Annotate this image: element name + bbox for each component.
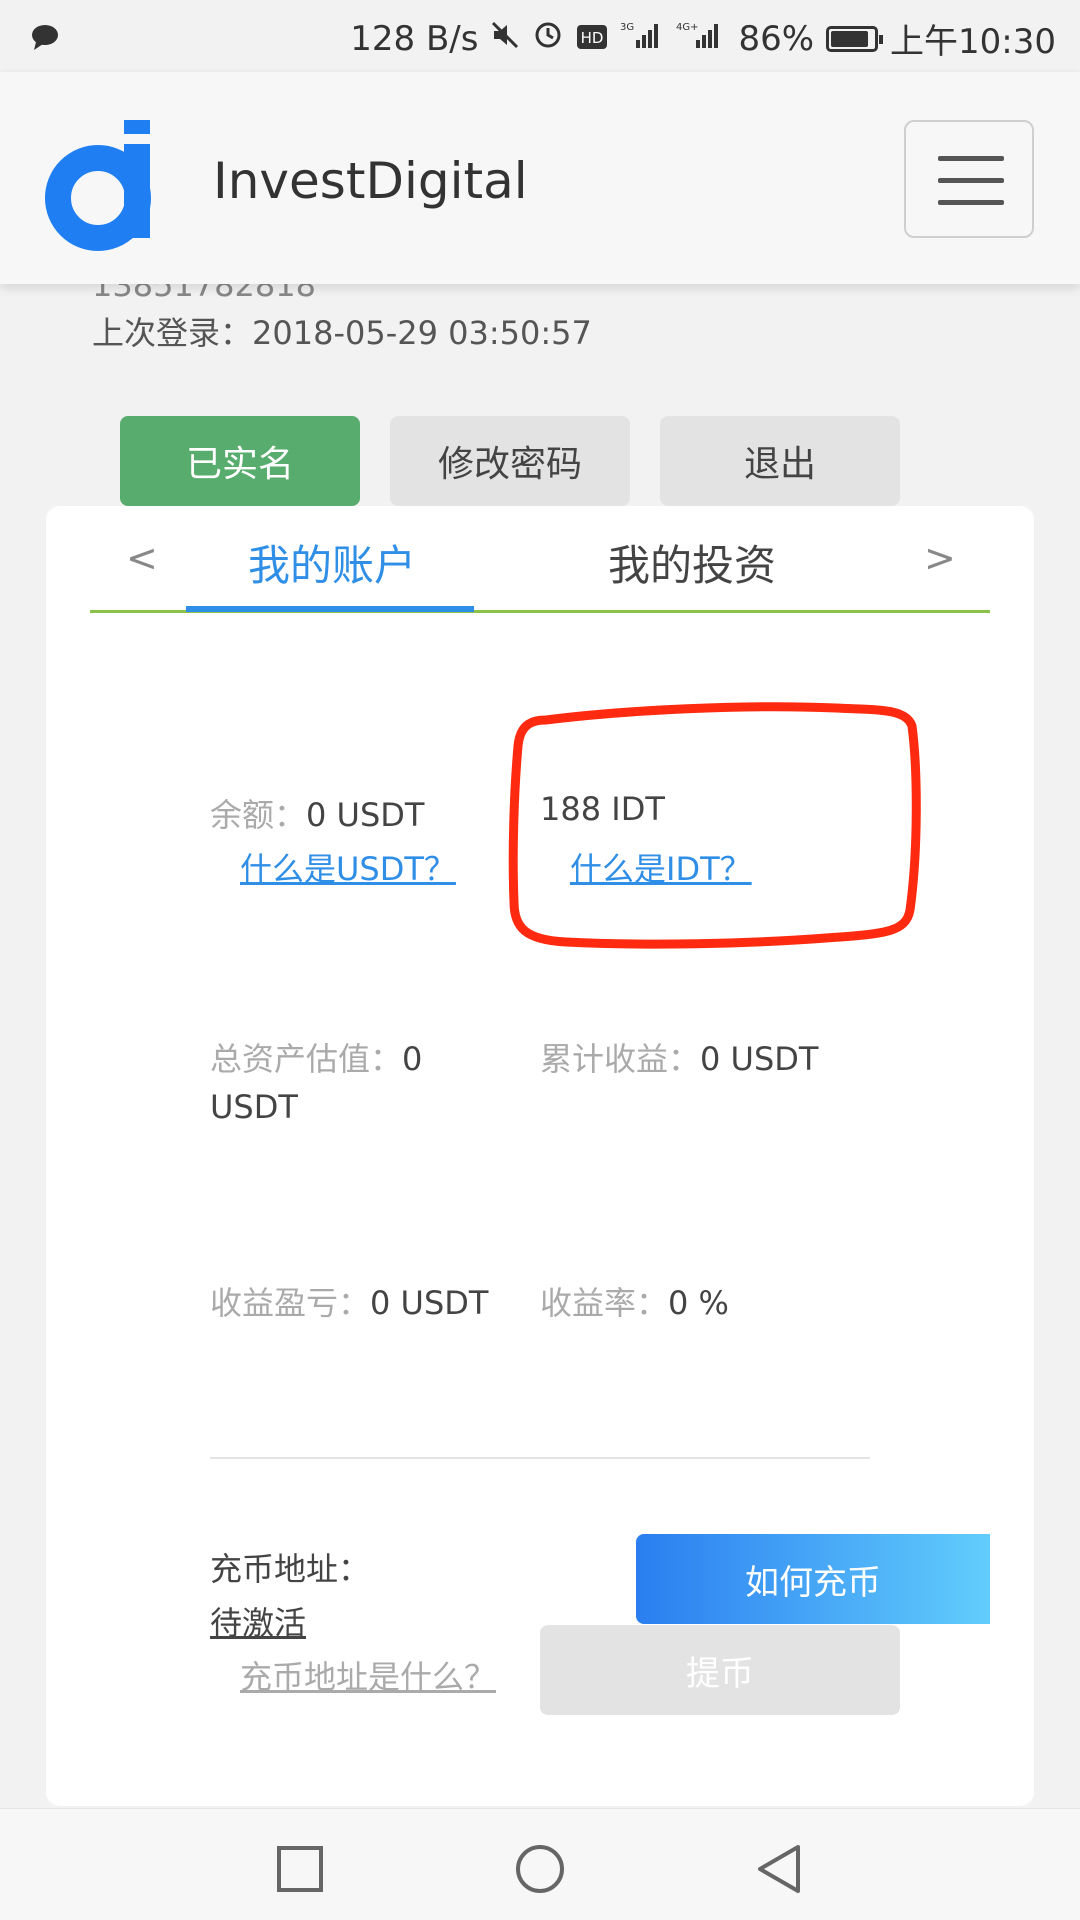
total-assets-unit: USDT: [210, 1088, 298, 1126]
balance-value: 0 USDT: [306, 796, 425, 834]
rate-value: 0 %: [668, 1284, 729, 1322]
verified-button[interactable]: 已实名: [120, 416, 360, 506]
deposit-address-status[interactable]: 待激活: [210, 1598, 306, 1644]
signal-3g-icon: 3G: [620, 19, 664, 59]
profit-value: 0 USDT: [370, 1284, 489, 1322]
highlight-annotation: [508, 702, 921, 949]
tab-my-account[interactable]: 我的账户: [248, 532, 416, 593]
home-icon[interactable]: [514, 1843, 566, 1895]
system-nav-bar: [0, 1808, 1080, 1920]
svg-text:4G+: 4G+: [676, 22, 699, 33]
status-icons: 128 B/s HD 3G 4G+ 86% 上午10:30: [350, 14, 1056, 63]
back-icon[interactable]: [754, 1843, 804, 1895]
battery-icon: [826, 25, 884, 52]
clock: 上午10:30: [890, 22, 1056, 62]
cumulative-label: 累计收益：: [540, 1040, 701, 1078]
signal-4g-icon: 4G+: [676, 19, 726, 59]
deposit-address-label: 充币地址：: [210, 1550, 371, 1588]
what-is-deposit-address-link[interactable]: 充币地址是什么？: [240, 1652, 496, 1698]
chevron-right-icon[interactable]: >: [924, 536, 956, 580]
change-password-button[interactable]: 修改密码: [390, 416, 630, 506]
total-assets-value: 0: [402, 1040, 423, 1078]
profit-label: 收益盈亏：: [210, 1284, 371, 1322]
tab-active-indicator: [186, 606, 474, 612]
total-assets: 总资产估值：0: [210, 1034, 422, 1080]
recent-apps-icon[interactable]: [276, 1845, 324, 1893]
last-login: 上次登录：2018-05-29 03:50:57: [92, 308, 592, 354]
last-login-label: 上次登录：: [92, 314, 253, 352]
rate-label: 收益率：: [540, 1284, 669, 1322]
withdraw-button[interactable]: 提币: [540, 1625, 900, 1715]
alarm-icon: [532, 18, 564, 59]
balance-label: 余额：: [210, 796, 307, 834]
app-header: InvestDigital: [0, 72, 1080, 284]
status-bar: 128 B/s HD 3G 4G+ 86% 上午10:30: [0, 0, 1080, 72]
logout-button[interactable]: 退出: [660, 416, 900, 506]
chevron-left-icon[interactable]: <: [126, 536, 158, 580]
invest-digital-logo[interactable]: [40, 106, 160, 260]
hd-icon: HD: [576, 19, 608, 59]
chat-bubble-icon: [30, 22, 60, 56]
total-assets-label: 总资产估值：: [210, 1040, 403, 1078]
svg-text:3G: 3G: [620, 22, 634, 33]
section-divider: [210, 1457, 870, 1459]
mute-icon: [490, 19, 520, 59]
balance: 余额：0 USDT: [210, 790, 424, 836]
hamburger-menu-icon[interactable]: [904, 120, 1034, 238]
return-rate: 收益率：0 %: [540, 1278, 729, 1324]
cumulative-value: 0 USDT: [700, 1040, 819, 1078]
network-speed: 128 B/s: [350, 18, 479, 59]
tab-my-investment[interactable]: 我的投资: [608, 532, 776, 593]
last-login-value: 2018-05-29 03:50:57: [252, 314, 592, 352]
how-to-deposit-button[interactable]: 如何充币: [636, 1534, 990, 1624]
profit-loss: 收益盈亏：0 USDT: [210, 1278, 488, 1324]
brand-name: InvestDigital: [213, 152, 528, 210]
what-is-usdt-link[interactable]: 什么是USDT？: [240, 844, 456, 890]
battery-percent: 86%: [738, 18, 815, 59]
cumulative-earnings: 累计收益：0 USDT: [540, 1034, 818, 1080]
svg-text:HD: HD: [581, 29, 604, 47]
tab-bar: < 我的账户 我的投资 >: [90, 506, 990, 614]
